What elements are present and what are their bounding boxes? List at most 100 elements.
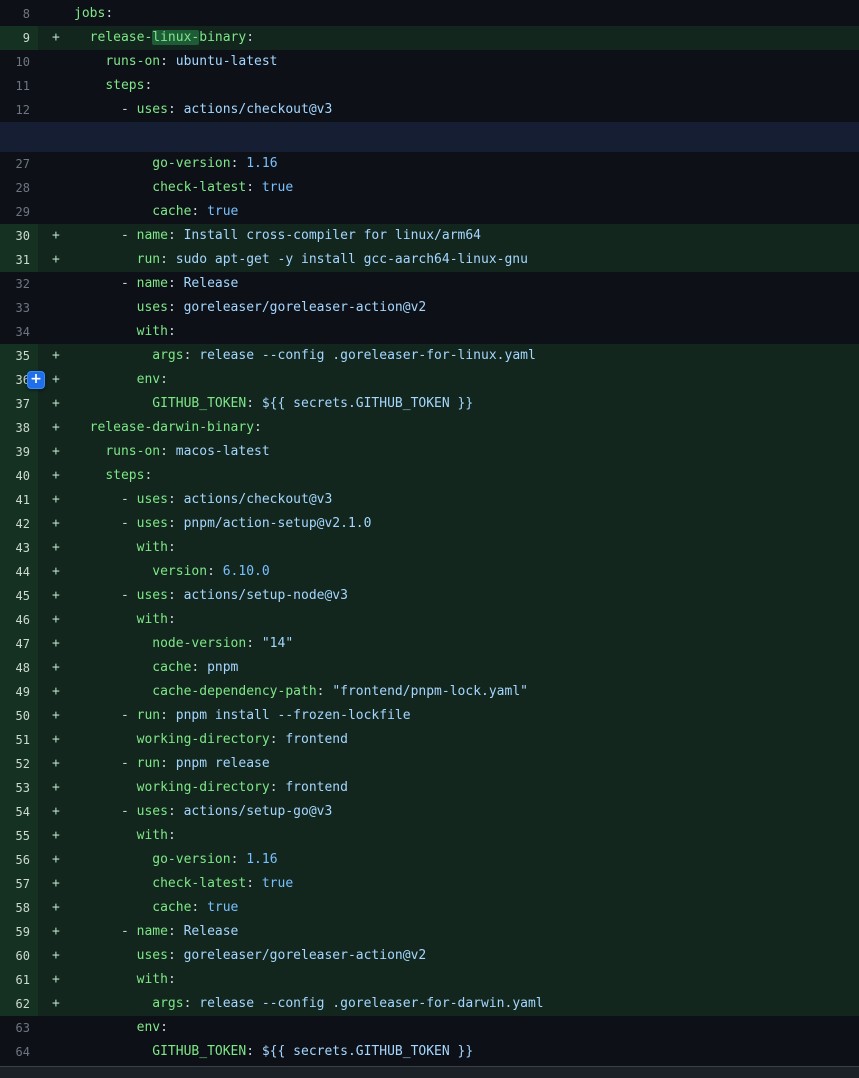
diff-line: 34 with:: [0, 320, 859, 344]
code-text: uses: goreleaser/goreleaser-action@v2: [74, 296, 859, 320]
line-number[interactable]: 42: [0, 512, 38, 536]
line-number[interactable]: 28: [0, 176, 38, 200]
code-text: go-version: 1.16: [74, 848, 859, 872]
diff-line: 49+ cache-dependency-path: "frontend/pnp…: [0, 680, 859, 704]
line-number[interactable]: 58: [0, 896, 38, 920]
diff-add-marker: +: [38, 26, 74, 50]
line-number[interactable]: 53: [0, 776, 38, 800]
diff-add-marker: +: [38, 776, 74, 800]
line-number[interactable]: 41: [0, 488, 38, 512]
line-number[interactable]: 33: [0, 296, 38, 320]
line-number[interactable]: 29: [0, 200, 38, 224]
diff-add-marker: +: [38, 992, 74, 1016]
line-number[interactable]: 63: [0, 1016, 38, 1040]
diff-line: 10 runs-on: ubuntu-latest: [0, 50, 859, 74]
code-text: - uses: actions/checkout@v3: [74, 98, 859, 122]
diff-line: 50+ - run: pnpm install --frozen-lockfil…: [0, 704, 859, 728]
code-token: GITHUB_TOKEN: [152, 396, 246, 411]
line-number[interactable]: 49: [0, 680, 38, 704]
line-number[interactable]: 10: [0, 50, 38, 74]
line-number[interactable]: 43: [0, 536, 38, 560]
line-number[interactable]: 52: [0, 752, 38, 776]
code-token: :: [168, 804, 184, 819]
line-number[interactable]: 38: [0, 416, 38, 440]
code-token: uses: [137, 516, 168, 531]
code-token: steps: [105, 468, 144, 483]
code-text: uses: goreleaser/goreleaser-action@v2: [74, 944, 859, 968]
code-token: [74, 300, 137, 315]
code-text: with:: [74, 968, 859, 992]
expand-hidden-lines-row[interactable]: [0, 122, 859, 152]
diff-add-marker: +: [38, 224, 74, 248]
diff-add-marker: +: [38, 872, 74, 896]
code-text: jobs:: [74, 2, 859, 26]
code-token: check-latest: [152, 876, 246, 891]
line-number[interactable]: 57: [0, 872, 38, 896]
diff-add-marker: +: [38, 512, 74, 536]
line-number[interactable]: 11: [0, 74, 38, 98]
code-token: :: [168, 324, 176, 339]
code-text: - uses: actions/setup-go@v3: [74, 800, 859, 824]
code-token: env: [137, 1020, 160, 1035]
diff-line: 46+ with:: [0, 608, 859, 632]
code-token: release --config .goreleaser-for-darwin.…: [199, 996, 543, 1011]
code-token: run: [137, 252, 160, 267]
code-token: :: [184, 348, 200, 363]
line-number[interactable]: 46: [0, 608, 38, 632]
code-text: with:: [74, 824, 859, 848]
line-number[interactable]: 50: [0, 704, 38, 728]
code-token: Release: [184, 276, 239, 291]
diff-add-marker: +: [38, 488, 74, 512]
line-number[interactable]: 35: [0, 344, 38, 368]
code-token: -: [74, 924, 137, 939]
diff-line: 32 - name: Release: [0, 272, 859, 296]
line-number[interactable]: 32: [0, 272, 38, 296]
diff-line: 36+ env:: [0, 368, 859, 392]
diff-line: 37+ GITHUB_TOKEN: ${{ secrets.GITHUB_TOK…: [0, 392, 859, 416]
line-number[interactable]: 8: [0, 2, 38, 26]
line-number[interactable]: 60: [0, 944, 38, 968]
line-number[interactable]: 40: [0, 464, 38, 488]
line-number[interactable]: 37: [0, 392, 38, 416]
line-number[interactable]: 31: [0, 248, 38, 272]
line-number[interactable]: 47: [0, 632, 38, 656]
code-token: :: [168, 588, 184, 603]
code-text: run: sudo apt-get -y install gcc-aarch64…: [74, 248, 859, 272]
line-number[interactable]: 62: [0, 992, 38, 1016]
line-number[interactable]: 44: [0, 560, 38, 584]
line-number[interactable]: 56: [0, 848, 38, 872]
code-token: -: [74, 708, 137, 723]
line-number[interactable]: 27: [0, 152, 38, 176]
code-token: -: [74, 804, 137, 819]
code-token: [74, 420, 90, 435]
diff-line: 51+ working-directory: frontend: [0, 728, 859, 752]
diff-line: 52+ - run: pnpm release: [0, 752, 859, 776]
line-number[interactable]: 55: [0, 824, 38, 848]
code-token: :: [191, 900, 207, 915]
line-number[interactable]: 51: [0, 728, 38, 752]
line-number[interactable]: 64: [0, 1040, 38, 1064]
code-token: 6.10.0: [223, 564, 270, 579]
line-number[interactable]: 34: [0, 320, 38, 344]
line-number[interactable]: 48: [0, 656, 38, 680]
line-number[interactable]: 30: [0, 224, 38, 248]
line-number[interactable]: 54: [0, 800, 38, 824]
code-token: :: [144, 468, 152, 483]
add-comment-button[interactable]: +: [27, 371, 45, 389]
code-token: [74, 972, 137, 987]
line-number[interactable]: 59: [0, 920, 38, 944]
code-token: cache: [152, 660, 191, 675]
diff-add-marker: +: [38, 560, 74, 584]
code-token: :: [168, 492, 184, 507]
code-token: [74, 444, 105, 459]
line-number[interactable]: 12: [0, 98, 38, 122]
line-number[interactable]: 45: [0, 584, 38, 608]
code-token: goreleaser/goreleaser-action@v2: [184, 300, 427, 315]
code-token: binary: [199, 30, 246, 45]
line-number[interactable]: 39: [0, 440, 38, 464]
line-number[interactable]: 9: [0, 26, 38, 50]
bottom-divider: [0, 1066, 859, 1078]
code-token: goreleaser/goreleaser-action@v2: [184, 948, 427, 963]
code-token: [74, 612, 137, 627]
line-number[interactable]: 61: [0, 968, 38, 992]
